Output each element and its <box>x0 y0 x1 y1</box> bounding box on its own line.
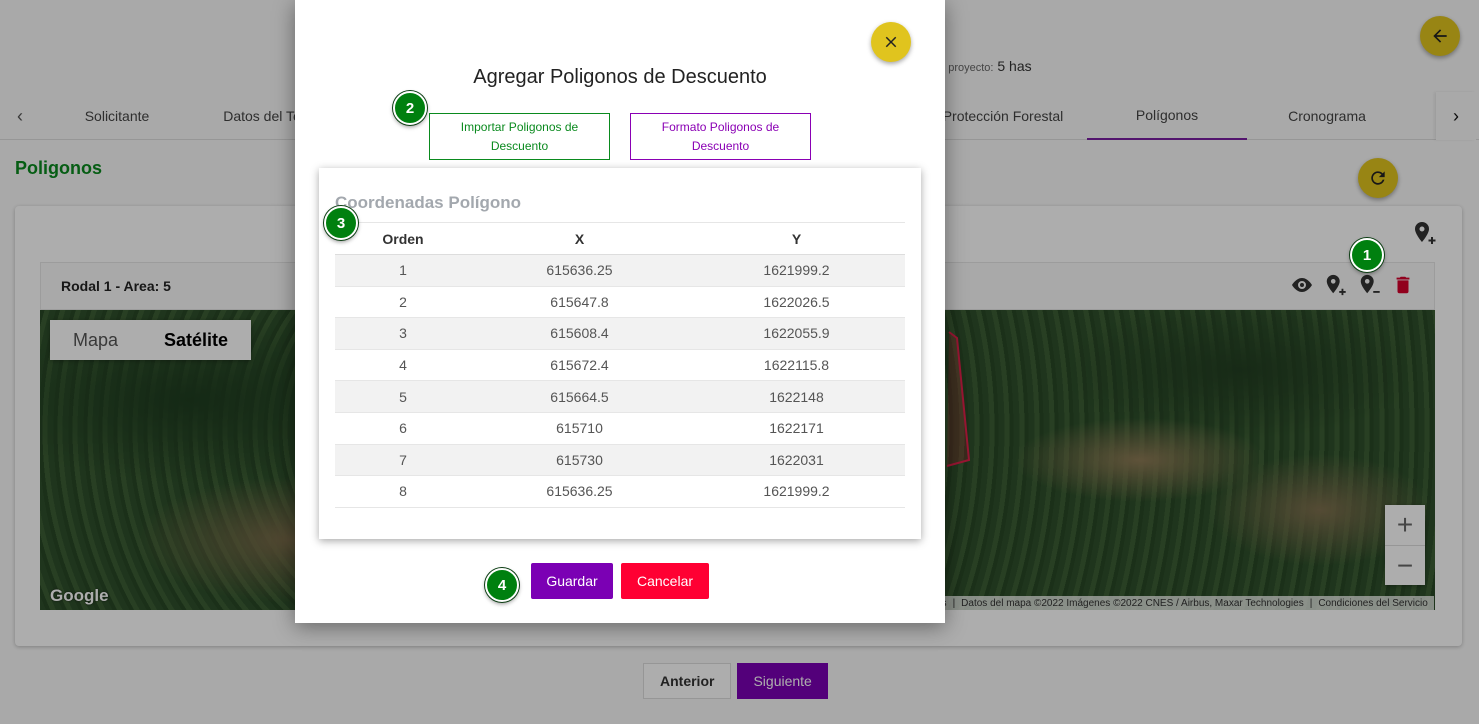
column-header-y: Y <box>688 222 905 255</box>
cell-y: 1622171 <box>688 412 905 445</box>
cell-orden: 6 <box>335 412 471 445</box>
step-badge-4: 4 <box>485 568 519 602</box>
table-row: 5 615664.5 1622148 <box>335 380 905 413</box>
close-button[interactable] <box>871 22 911 62</box>
table-row: 1 615636.25 1621999.2 <box>335 254 905 287</box>
close-icon <box>885 36 897 48</box>
column-header-x: X <box>471 222 688 255</box>
import-polygons-button[interactable]: Importar Poligonos de Descuento <box>429 113 610 160</box>
cell-x: 615647.8 <box>471 286 688 319</box>
save-button[interactable]: Guardar <box>531 563 613 599</box>
cell-y: 1622148 <box>688 380 905 413</box>
cell-y: 1622031 <box>688 444 905 477</box>
cell-orden: 8 <box>335 475 471 508</box>
table-row: 2 615647.8 1622026.5 <box>335 286 905 319</box>
cell-y: 1622026.5 <box>688 286 905 319</box>
step-badge-3: 3 <box>324 206 358 240</box>
cancel-button[interactable]: Cancelar <box>621 563 709 599</box>
cell-x: 615672.4 <box>471 349 688 382</box>
cell-x: 615730 <box>471 444 688 477</box>
cell-y: 1622055.9 <box>688 317 905 350</box>
step-badge-2: 2 <box>393 91 427 125</box>
dialog-title: Agregar Poligonos de Descuento <box>473 66 767 88</box>
table-row: 4 615672.4 1622115.8 <box>335 349 905 382</box>
cell-orden: 7 <box>335 444 471 477</box>
cell-orden: 4 <box>335 349 471 382</box>
cell-orden: 3 <box>335 317 471 350</box>
cell-y: 1621999.2 <box>688 254 905 287</box>
table-row: 7 615730 1622031 <box>335 444 905 477</box>
cell-x: 615636.25 <box>471 475 688 508</box>
coordinates-table: Orden X Y 1 615636.25 1621999.2 2 615647… <box>335 222 905 508</box>
cell-y: 1621999.2 <box>688 475 905 508</box>
cell-x: 615710 <box>471 412 688 445</box>
step-badge-1: 1 <box>1350 238 1384 272</box>
table-row: 3 615608.4 1622055.9 <box>335 317 905 350</box>
table-row: 8 615636.25 1621999.2 <box>335 475 905 508</box>
coordinates-title: Coordenadas Polígono <box>335 193 522 212</box>
format-polygons-button[interactable]: Formato Poligonos de Descuento <box>630 113 811 160</box>
cell-orden: 5 <box>335 380 471 413</box>
cell-y: 1622115.8 <box>688 349 905 382</box>
coordinates-card: Coordenadas Polígono Orden X Y 1 615636.… <box>319 168 921 539</box>
cell-x: 615608.4 <box>471 317 688 350</box>
cell-x: 615664.5 <box>471 380 688 413</box>
cell-x: 615636.25 <box>471 254 688 287</box>
table-row: 6 615710 1622171 <box>335 412 905 445</box>
cell-orden: 1 <box>335 254 471 287</box>
cell-orden: 2 <box>335 286 471 319</box>
add-discount-polygons-dialog: Agregar Poligonos de Descuento Importar … <box>295 0 945 623</box>
